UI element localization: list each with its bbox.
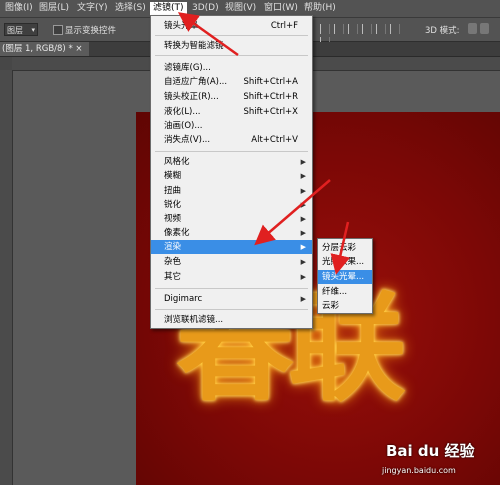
menu-select[interactable]: 选择(S) [112,2,149,15]
3d-mode-label: 3D 模式: [425,26,460,36]
baidu-logo: Bai du 经验 [386,442,475,460]
render-item-fibers[interactable]: 纤维... [318,285,372,299]
filter-menu-item-video[interactable]: 视频 ▶ [151,212,312,226]
filter-menu-item-pixelate[interactable]: 像素化 ▶ [151,226,312,240]
align-icon[interactable] [362,24,372,34]
3d-roll-icon[interactable] [480,23,489,34]
render-item-lighting-effects[interactable]: 光照效果... [318,255,372,269]
menu-filter[interactable]: 滤镜(T) [150,2,187,15]
submenu-arrow-icon: ▶ [300,201,306,209]
filter-menu-item-distort[interactable]: 扭曲 ▶ [151,184,312,198]
show-transform-checkbox[interactable] [53,25,63,35]
render-item-difference-clouds[interactable]: 分层云彩 [318,241,372,255]
document-tab[interactable]: (图层 1, RGB/8) * × [0,42,89,56]
menu-divider [155,35,308,36]
submenu-arrow-icon: ▶ [300,243,306,251]
menu-divider [155,309,308,310]
submenu-arrow-icon: ▶ [300,215,306,223]
3d-mode-icons [468,23,492,37]
filter-menu-item-gallery[interactable]: 滤镜库(G)... [151,61,312,75]
filter-menu-item-lens-correction[interactable]: 镜头校正(R)... Shift+Ctrl+R [151,90,312,104]
filter-menu-item-noise[interactable]: 杂色 ▶ [151,255,312,269]
filter-menu-item-digimarc[interactable]: Digimarc ▶ [151,292,312,306]
menu-divider [155,288,308,289]
menu-3d[interactable]: 3D(D) [189,2,222,15]
submenu-arrow-icon: ▶ [300,273,306,281]
menu-view[interactable]: 视图(V) [222,2,259,15]
filter-menu-item-stylize[interactable]: 风格化 ▶ [151,155,312,169]
align-icon[interactable] [334,24,344,34]
filter-menu-item-liquify[interactable]: 液化(L)... Shift+Ctrl+X [151,105,312,119]
submenu-arrow-icon: ▶ [300,229,306,237]
watermark-url: jingyan.baidu.com [382,466,456,475]
auto-select-dropdown[interactable]: 图层 ▾ [4,23,38,36]
menu-divider [155,151,308,152]
submenu-arrow-icon: ▶ [300,295,306,303]
align-buttons-group [320,24,405,47]
filter-menu-item-adaptive-wide[interactable]: 自适应广角(A)... Shift+Ctrl+A [151,75,312,89]
vertical-ruler [0,70,13,485]
submenu-arrow-icon: ▶ [300,158,306,166]
filter-menu-item-smart-filter[interactable]: 转换为智能滤镜 [151,39,312,53]
align-icon[interactable] [320,24,330,34]
menu-divider [155,55,308,56]
align-icon[interactable] [390,24,400,34]
menu-type[interactable]: 文字(Y) [74,2,111,15]
filter-menu-item-sharpen[interactable]: 锐化 ▶ [151,198,312,212]
submenu-arrow-icon: ▶ [300,187,306,195]
render-item-clouds[interactable]: 云彩 [318,299,372,313]
render-item-lens-flare[interactable]: 镜头光晕... [318,270,372,284]
filter-menu-item-other[interactable]: 其它 ▶ [151,270,312,284]
render-submenu: 分层云彩 光照效果... 镜头光晕... 纤维... 云彩 [317,238,373,314]
filter-menu-item-browse-online[interactable]: 浏览联机滤镜... [151,313,312,327]
menu-help[interactable]: 帮助(H) [301,2,339,15]
filter-menu-item-oil-paint[interactable]: 油画(O)... [151,119,312,133]
3d-rotate-icon[interactable] [468,23,477,34]
menu-layer[interactable]: 图层(L) [36,2,72,15]
menu-window[interactable]: 窗口(W) [261,2,301,15]
submenu-arrow-icon: ▶ [300,258,306,266]
submenu-arrow-icon: ▶ [300,172,306,180]
align-icon[interactable] [348,24,358,34]
align-icon[interactable] [376,24,386,34]
filter-menu-item-render[interactable]: 渲染 ▶ [151,240,312,254]
show-transform-label: 显示变换控件 [65,26,117,36]
filter-menu-item-blur[interactable]: 模糊 ▶ [151,169,312,183]
chevron-down-icon: ▾ [31,26,35,34]
filter-menu: 镜头光晕 Ctrl+F 转换为智能滤镜 滤镜库(G)... 自适应广角(A)..… [150,15,313,329]
menu-image[interactable]: 图像(I) [2,2,36,15]
auto-select-value: 图层 [7,26,23,35]
filter-menu-item-vanishing-point[interactable]: 消失点(V)... Alt+Ctrl+V [151,133,312,147]
filter-menu-item-last-filter[interactable]: 镜头光晕 Ctrl+F [151,19,312,33]
